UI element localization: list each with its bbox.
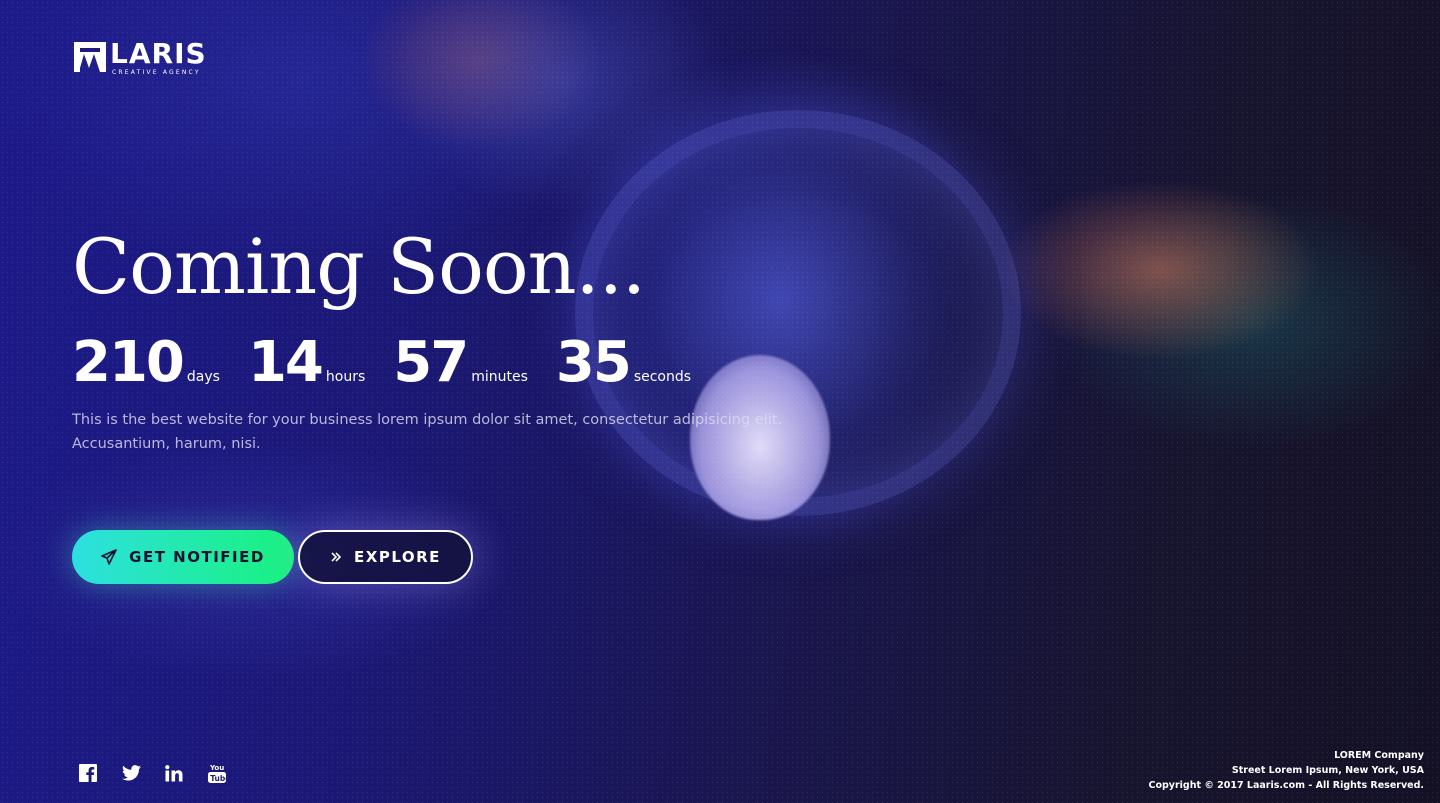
countdown-hours-label: hours bbox=[325, 369, 366, 385]
facebook-icon[interactable] bbox=[78, 763, 98, 783]
get-notified-label: GET NOTIFIED bbox=[129, 548, 265, 566]
get-notified-button[interactable]: GET NOTIFIED bbox=[72, 530, 294, 584]
countdown-hours: 14 hours bbox=[248, 332, 365, 394]
countdown-timer: 210 days 14 hours 57 minutes 35 seconds bbox=[72, 332, 719, 394]
twitter-icon[interactable] bbox=[121, 763, 141, 783]
svg-text:You: You bbox=[209, 764, 224, 772]
countdown-minutes-value: 57 bbox=[393, 330, 469, 395]
footer-copyright: Copyright © 2017 Laaris.com - All Rights… bbox=[1148, 780, 1425, 791]
countdown-days: 210 days bbox=[72, 332, 220, 394]
countdown-seconds: 35 seconds bbox=[556, 332, 691, 394]
cta-buttons: GET NOTIFIED EXPLORE bbox=[72, 530, 473, 584]
explore-button[interactable]: EXPLORE bbox=[298, 530, 473, 584]
logo-wordmark: LARIS bbox=[110, 37, 207, 70]
svg-text:Tube: Tube bbox=[210, 773, 226, 782]
footer-info: LOREM Company Street Lorem Ipsum, New Yo… bbox=[1149, 748, 1425, 793]
countdown-seconds-label: seconds bbox=[633, 369, 692, 385]
paper-plane-icon bbox=[101, 549, 117, 565]
countdown-hours-value: 14 bbox=[247, 330, 324, 395]
countdown-minutes-label: minutes bbox=[471, 369, 528, 385]
linkedin-icon[interactable] bbox=[164, 763, 184, 783]
countdown-days-value: 210 bbox=[72, 330, 185, 395]
brand-logo[interactable]: LARIS CREATIVE AGENCY bbox=[72, 40, 207, 76]
social-links: You Tube bbox=[78, 763, 250, 783]
footer-address: Street Lorem Ipsum, New York, USA bbox=[1231, 765, 1424, 776]
coming-soon-page: LARIS CREATIVE AGENCY Coming Soon... 210… bbox=[0, 0, 1440, 803]
explore-label: EXPLORE bbox=[354, 548, 441, 566]
hero-description: This is the best website for your busine… bbox=[72, 412, 783, 452]
double-chevron-right-icon bbox=[330, 551, 342, 563]
countdown-days-label: days bbox=[186, 369, 220, 385]
logo-mark-icon bbox=[74, 42, 106, 72]
youtube-icon[interactable]: You Tube bbox=[207, 763, 227, 783]
page-title: Coming Soon... bbox=[72, 222, 646, 311]
countdown-minutes: 57 minutes bbox=[393, 332, 528, 394]
logo-text: LARIS CREATIVE AGENCY bbox=[110, 37, 207, 77]
footer-company: LOREM Company bbox=[1334, 750, 1424, 761]
logo-tagline: CREATIVE AGENCY bbox=[112, 69, 201, 76]
countdown-seconds-value: 35 bbox=[555, 330, 632, 395]
